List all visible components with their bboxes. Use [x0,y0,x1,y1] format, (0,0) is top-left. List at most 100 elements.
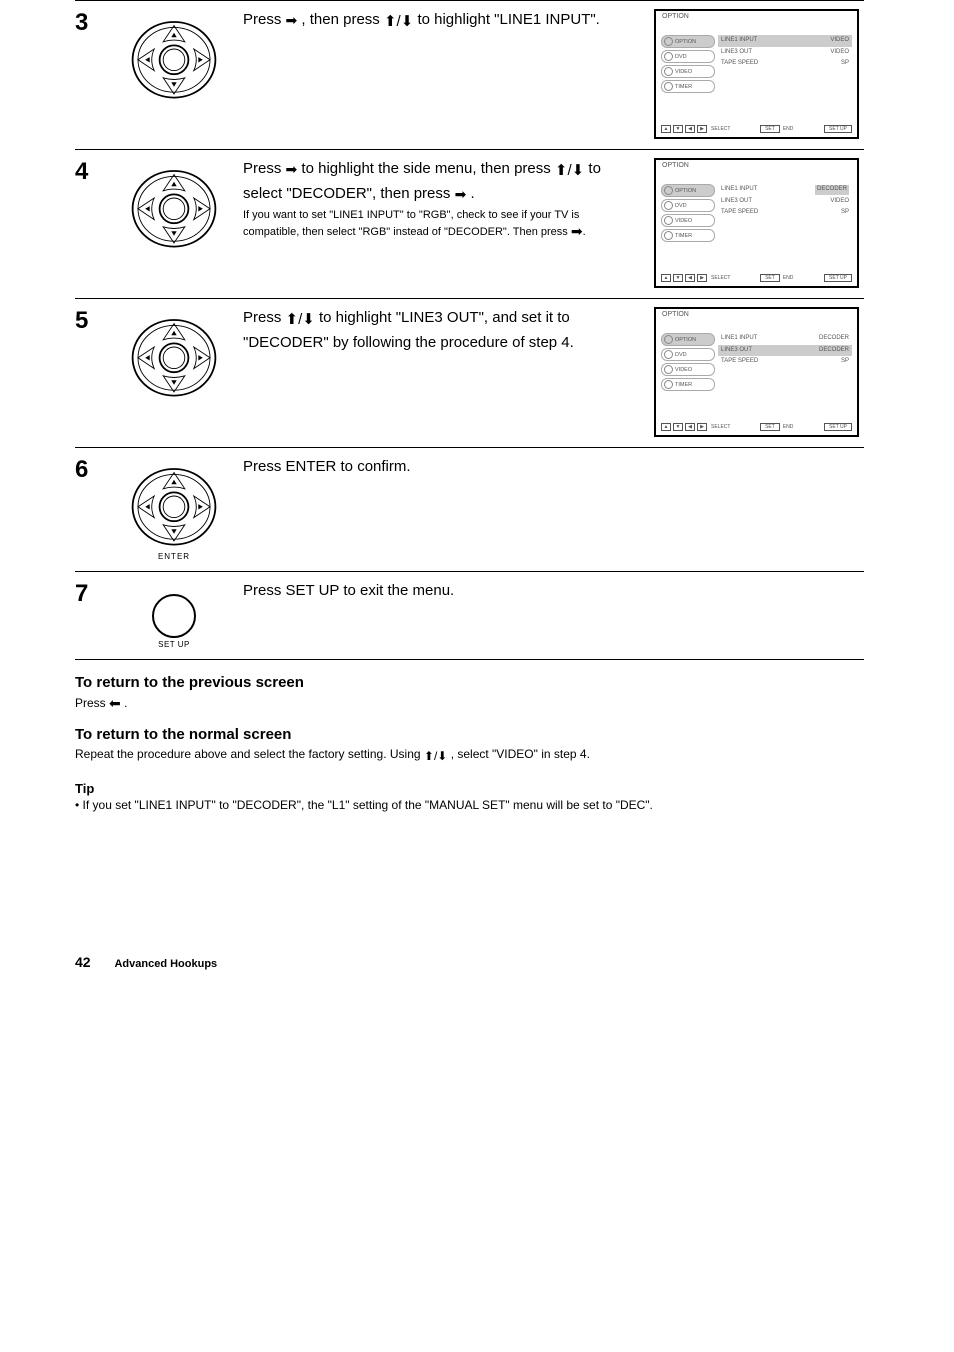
menu-item-option: OPTION [661,35,715,48]
step-row-7: 7 SET UP Press SET UP to exit the menu. [75,571,864,660]
tv-screen-preview: OPTION OPTION DVD VIDEO TIMER LINE1 INPU… [654,307,864,437]
enter-label: ENTER [158,552,190,561]
right-arrow-icon: ➡ [286,10,298,31]
menu-item-video: VIDEO [661,363,715,376]
text-fragment: , then press [301,11,384,28]
nav-label: SELECT [711,275,730,281]
instruction-text: Press ➡ , then press ⬆/⬇ to highlight "L… [243,9,640,34]
nav-right-icon: ▶ [697,125,707,133]
step-row-5: 5 Press ⬆/⬇ to highlight "LINE3 OUT", an… [75,298,864,447]
option-row: LINE3 OUTVIDEO [718,196,852,208]
menu-item-option: OPTION [661,333,715,346]
text-fragment: . [124,696,127,710]
control-icon: ENTER [119,456,229,561]
dpad-icon [129,162,219,252]
menu-item-dvd: DVD [661,199,715,212]
instruction-text: Press SET UP to exit the menu. [243,580,640,603]
setup-button-label: SET UP [824,125,852,133]
dpad-icon [129,460,219,550]
left-arrow-icon: ⬅ [109,693,121,714]
nav-left-icon: ◀ [685,423,695,431]
option-row: LINE3 OUTDECODER [718,345,852,357]
text-fragment: Press [75,696,109,710]
up-down-arrow-icon: ⬆/⬇ [384,11,413,34]
step-row-6: 6 ENTER Press ENTER to confirm. [75,447,864,571]
step-row-4: 4 Press ➡ to highlight the side menu, th… [75,149,864,298]
instruction-text: Press ⬆/⬇ to highlight "LINE3 OUT", and … [243,307,640,354]
setup-button-icon [152,594,196,638]
tip-label: Tip [75,781,864,796]
page-footer: 42 Advanced Hookups [75,954,864,970]
nav-right-icon: ▶ [697,274,707,282]
menu-item-video: VIDEO [661,65,715,78]
screen-title: OPTION [662,311,689,318]
step-number: 6 [75,456,105,484]
setup-button-label: SET UP [824,423,852,431]
nav-left-icon: ◀ [685,125,695,133]
tv-screen-preview: OPTION OPTION DVD VIDEO TIMER LINE1 INPU… [654,9,864,139]
text-fragment: to highlight the side menu, then press [301,160,555,177]
up-down-arrow-icon: ⬆/⬇ [424,747,447,765]
nav-left-icon: ◀ [685,274,695,282]
set-button-label: SET [760,125,780,133]
nav-down-icon: ▼ [673,274,683,282]
control-icon: SET UP [119,580,229,649]
text-fragment: Repeat the procedure above and select th… [75,747,424,761]
option-row: TAPE SPEEDSP [718,356,852,368]
right-arrow-icon: ➡ [571,222,583,240]
up-down-arrow-icon: ⬆/⬇ [286,309,315,332]
page-number: 42 [75,954,91,970]
control-icon [119,9,229,103]
text-fragment: to highlight "LINE1 INPUT". [417,11,599,28]
instruction-text: Press ENTER to confirm. [243,456,640,479]
heading-return-normal: To return to the normal screen [75,726,864,743]
menu-item-timer: TIMER [661,80,715,93]
menu-item-option: OPTION [661,184,715,197]
set-button-label: SET [760,423,780,431]
option-row: LINE3 OUTVIDEO [718,47,852,59]
text-fragment: . [470,185,474,202]
nav-right-icon: ▶ [697,423,707,431]
option-row: TAPE SPEEDSP [718,58,852,70]
dpad-icon [129,311,219,401]
post-step-content: To return to the previous screen Press ⬅… [75,674,864,765]
step-number: 5 [75,307,105,335]
text-fragment: Press [243,160,286,177]
nav-down-icon: ▼ [673,125,683,133]
up-down-arrow-icon: ⬆/⬇ [555,160,584,183]
nav-up-icon: ▲ [661,423,671,431]
nav-label: SELECT [711,424,730,430]
tip-block: Tip • If you set "LINE1 INPUT" to "DECOD… [75,781,864,814]
setup-label: SET UP [158,640,190,649]
nav-up-icon: ▲ [661,125,671,133]
paragraph: Press ⬅ . [75,693,864,714]
control-icon [119,158,229,252]
setup-button-label: SET UP [824,274,852,282]
nav-label: SELECT [711,126,730,132]
note-text: If you want to set "LINE1 INPUT" to "RGB… [243,208,628,240]
menu-item-timer: TIMER [661,229,715,242]
right-arrow-icon: ➡ [455,184,467,205]
step-number: 7 [75,580,105,608]
option-row: LINE1 INPUTDECODER [718,333,852,345]
dpad-icon [129,13,219,103]
tip-text: • If you set "LINE1 INPUT" to "DECODER",… [75,796,864,814]
set-button-label: SET [760,274,780,282]
menu-item-dvd: DVD [661,50,715,63]
option-row: LINE1 INPUTDECODER [718,184,852,196]
heading-return-previous: To return to the previous screen [75,674,864,691]
screen-title: OPTION [662,13,689,20]
nav-label: END [783,275,794,281]
right-arrow-icon: ➡ [286,159,298,180]
nav-up-icon: ▲ [661,274,671,282]
text-fragment: Press [243,11,286,28]
paragraph: Repeat the procedure above and select th… [75,745,864,765]
step-number: 4 [75,158,105,186]
nav-label: END [783,126,794,132]
step-row-3: 3 Press ➡ , then press ⬆/⬇ to highlight … [75,0,864,149]
menu-item-video: VIDEO [661,214,715,227]
option-row: TAPE SPEEDSP [718,207,852,219]
nav-label: END [783,424,794,430]
instruction-text: Press ➡ to highlight the side menu, then… [243,158,640,240]
menu-item-timer: TIMER [661,378,715,391]
